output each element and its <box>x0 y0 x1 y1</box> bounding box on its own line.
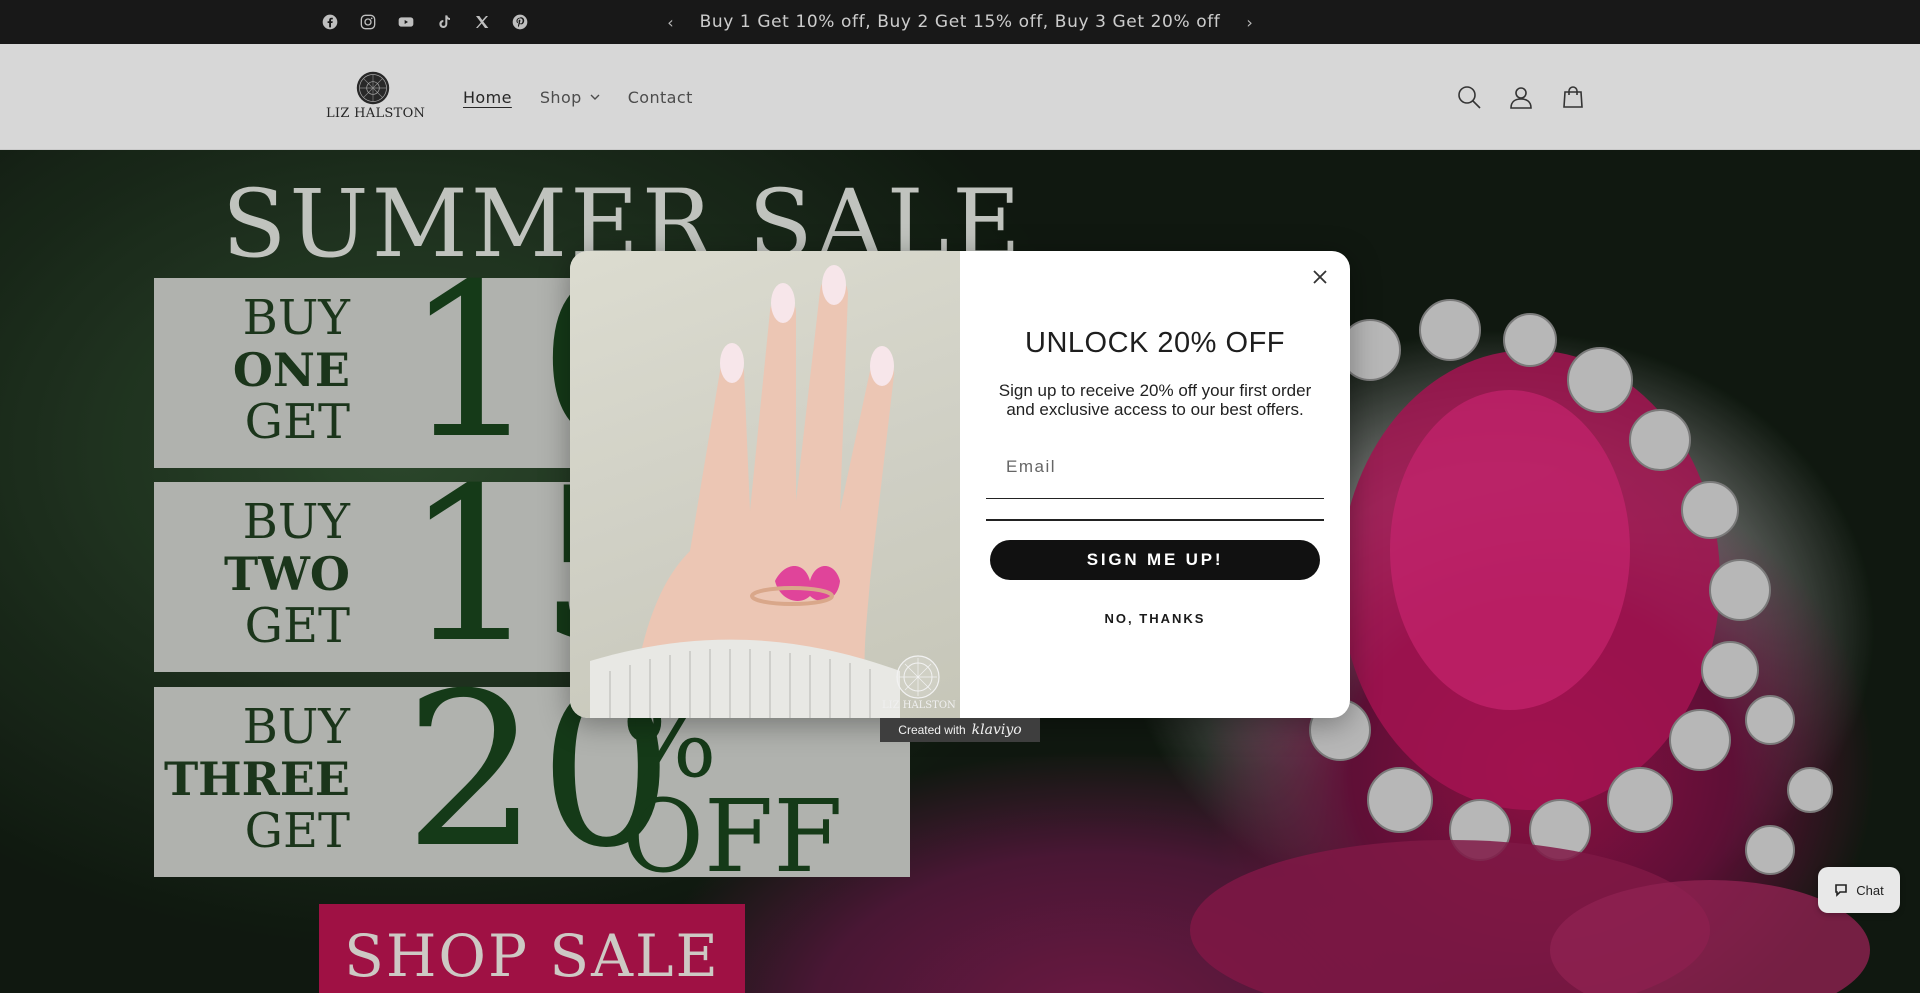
close-icon[interactable] <box>1310 267 1330 287</box>
signup-button[interactable]: SIGN ME UP! <box>990 540 1320 580</box>
modal-subtitle: Sign up to receive 20% off your first or… <box>998 381 1312 419</box>
modal-form: UNLOCK 20% OFF Sign up to receive 20% of… <box>960 251 1350 718</box>
logo-emblem-icon <box>896 655 940 699</box>
klaviyo-logo: klaviyo <box>971 722 1022 738</box>
signup-modal: LIZ HALSTON UNLOCK 20% OFF Sign up to re… <box>570 251 1350 718</box>
chat-button[interactable]: Chat <box>1818 867 1900 913</box>
decline-button[interactable]: NO, THANKS <box>960 611 1350 626</box>
modal-logo-text: LIZ HALSTON <box>882 700 956 711</box>
form-divider <box>986 519 1324 521</box>
modal-title: UNLOCK 20% OFF <box>1025 327 1285 359</box>
badge-prefix: Created with <box>898 723 966 737</box>
email-field[interactable] <box>986 435 1324 499</box>
klaviyo-badge[interactable]: Created with klaviyo <box>880 718 1040 742</box>
chat-bubble-icon <box>1835 884 1848 897</box>
modal-brand-logo: LIZ HALSTON <box>882 654 956 711</box>
chat-label: Chat <box>1856 882 1884 898</box>
hand-ring-illustration <box>590 265 900 718</box>
modal-product-image: LIZ HALSTON <box>570 251 960 718</box>
